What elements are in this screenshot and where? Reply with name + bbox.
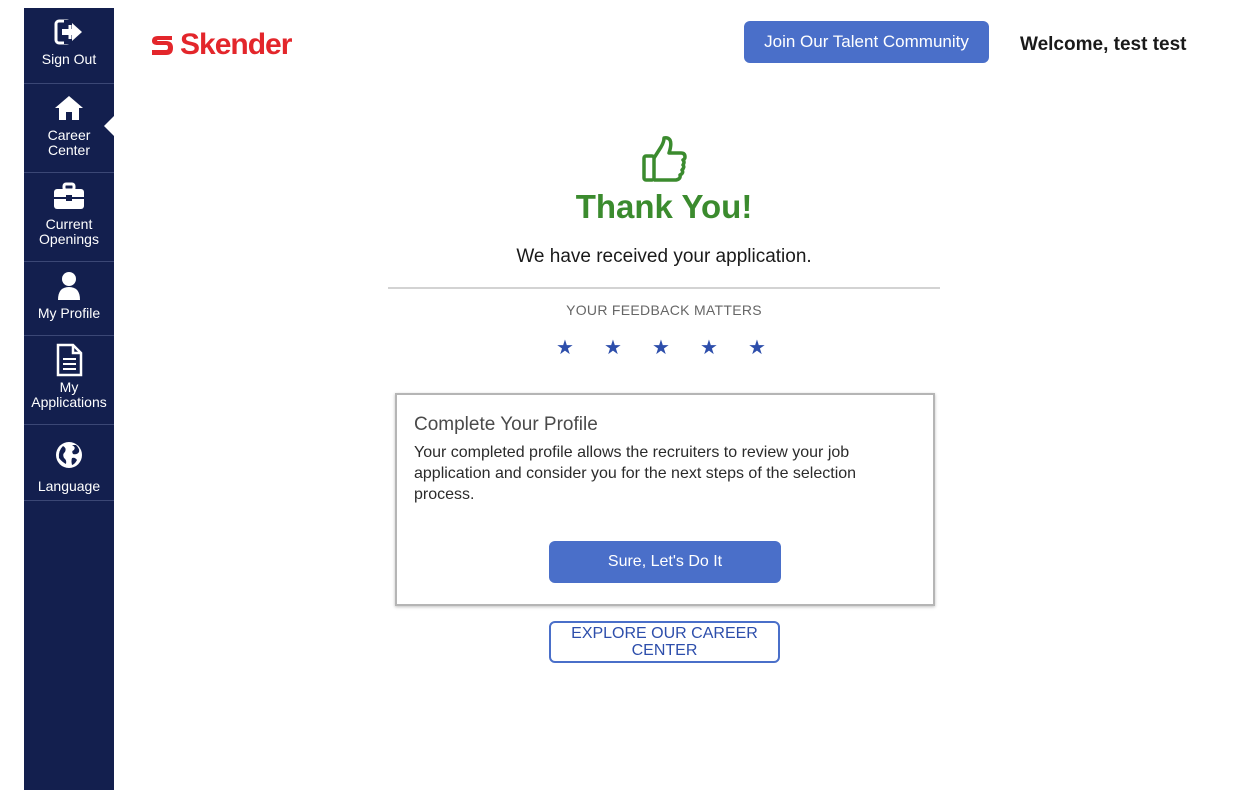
- sidebar-item-language[interactable]: Language: [24, 425, 114, 501]
- thank-you-heading: Thank You!: [575, 188, 753, 225]
- card-body: Your completed profile allows the recrui…: [414, 444, 857, 503]
- sidebar-item-label: Career Center: [47, 127, 91, 158]
- star-icon[interactable]: ★: [748, 338, 796, 358]
- document-icon: [55, 342, 83, 378]
- welcome-message: Welcome, test test: [1020, 34, 1187, 55]
- sidebar: Sign Out Career Center Current Openings: [24, 8, 114, 790]
- skender-logo-mark: [152, 36, 173, 55]
- thumbs-up-icon: [641, 135, 687, 188]
- sidebar-item-label: Sign Out: [41, 51, 97, 67]
- feedback-label: YOUR FEEDBACK MATTERS: [566, 302, 762, 318]
- sidebar-item-label: Language: [37, 478, 101, 494]
- star-icon[interactable]: ★: [604, 338, 652, 358]
- star-rating: ★ ★ ★ ★ ★: [556, 338, 796, 358]
- sidebar-item-current-openings[interactable]: Current Openings: [24, 173, 114, 262]
- sidebar-item-my-applications[interactable]: My Applications: [24, 336, 114, 425]
- globe-icon: [54, 437, 84, 473]
- explore-career-center-button[interactable]: EXPLORE OUR CAREER CENTER: [549, 621, 780, 663]
- divider: [388, 287, 940, 289]
- join-talent-community-button[interactable]: Join Our Talent Community: [744, 21, 989, 63]
- star-icon[interactable]: ★: [652, 338, 700, 358]
- logo-text: Skender: [180, 28, 292, 61]
- complete-profile-button[interactable]: Sure, Let's Do It: [549, 541, 781, 583]
- star-icon[interactable]: ★: [556, 338, 604, 358]
- user-icon: [56, 268, 82, 304]
- sidebar-item-career-center[interactable]: Career Center: [24, 84, 114, 173]
- card-title: Complete Your Profile: [414, 414, 598, 435]
- skender-logo[interactable]: Skender: [150, 28, 292, 61]
- active-nav-indicator: [104, 116, 114, 136]
- sidebar-item-label: Current Openings: [39, 216, 99, 247]
- sidebar-item-label: My Profile: [37, 305, 101, 321]
- complete-profile-card: Complete Your Profile Your completed pro…: [395, 393, 935, 606]
- star-icon[interactable]: ★: [700, 338, 748, 358]
- application-received-message: We have received your application.: [516, 246, 812, 267]
- sidebar-item-label: My Applications: [31, 379, 107, 410]
- briefcase-icon: [52, 179, 86, 215]
- sign-out-icon: [54, 14, 84, 50]
- sidebar-item-my-profile[interactable]: My Profile: [24, 262, 114, 336]
- home-icon: [53, 90, 85, 126]
- sidebar-item-sign-out[interactable]: Sign Out: [24, 8, 114, 84]
